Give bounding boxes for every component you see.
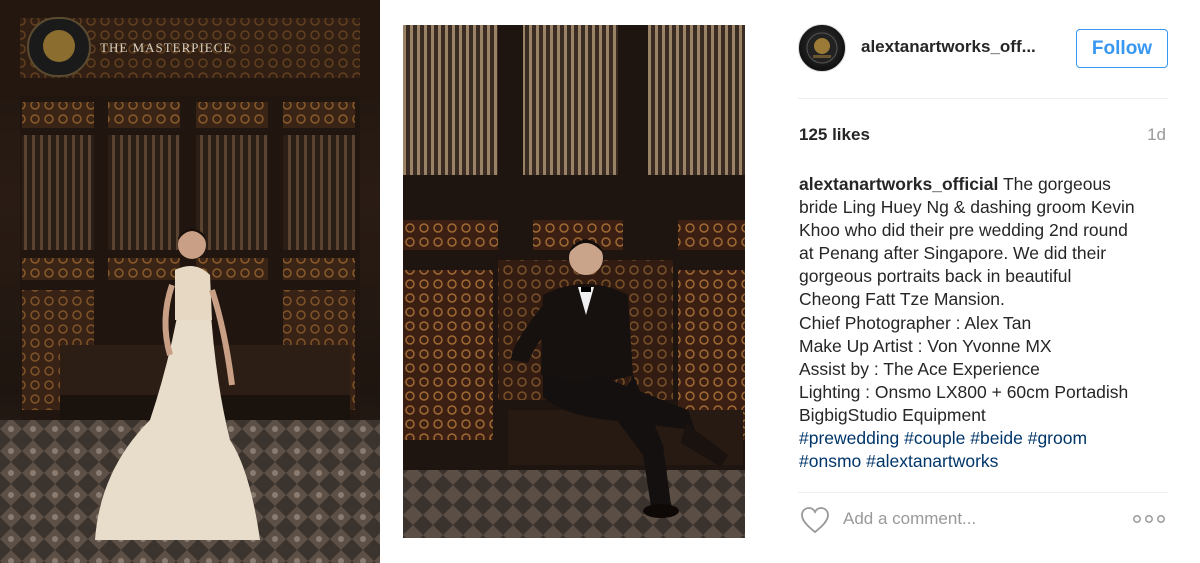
post-timestamp[interactable]: 1d [1147,125,1166,145]
caption-line: Assist by : The Ace Experience [799,358,1040,379]
caption-line: gorgeous portraits back in beautiful [799,266,1072,287]
comment-bar [798,500,1168,540]
hashtag-link[interactable]: #beide [970,428,1023,448]
studio-logo-icon [806,32,838,64]
more-options-icon[interactable] [1132,510,1166,528]
follow-button[interactable]: Follow [1076,29,1168,68]
hashtag-link[interactable]: #prewedding [799,428,899,448]
caption-line: at Penang after Singapore. We did their [799,243,1107,264]
watermark-text: THE MASTERPIECE [100,40,232,55]
header-divider [798,98,1168,99]
post-details-panel: alextanartworks_off... Follow 125 likes … [798,0,1168,563]
header-username[interactable]: alextanartworks_off... [861,37,1036,57]
hashtag-link[interactable]: #onsmo [799,451,861,471]
caption-username[interactable]: alextanartworks_official [799,174,998,194]
post-header: alextanartworks_off... Follow [798,24,1168,72]
hashtag-link[interactable]: #couple [904,428,965,448]
comment-divider [798,492,1168,493]
hashtag-line: #prewedding #couple #beide #groom [799,427,1169,450]
bride-photo-art: THE MASTERPIECE [0,0,380,563]
profile-avatar[interactable] [798,24,846,72]
caption-line: Make Up Artist : Von Yvonne MX [799,335,1052,356]
caption-line: Lighting : Onsmo LX800 + 60cm Portadish [799,381,1129,402]
groom-photo-art [403,25,745,538]
groom-photo[interactable] [403,25,745,538]
post-caption: alextanartworks_official The gorgeous br… [799,173,1169,473]
hashtag-link[interactable]: #alextanartworks [866,451,998,471]
caption-line: Khoo who did their pre wedding 2nd round [799,220,1128,241]
comment-input[interactable] [843,506,1103,532]
caption-line: The gorgeous [1002,174,1111,194]
caption-line: BigbigStudio Equipment [799,404,986,425]
hashtag-line: #onsmo #alextanartworks [799,450,1169,473]
heart-outline-icon[interactable] [800,506,830,534]
caption-line: Cheong Fatt Tze Mansion. [799,289,1005,310]
hashtag-link[interactable]: #groom [1028,428,1087,448]
caption-first-line: alextanartworks_official The gorgeous [799,173,1169,196]
bride-photo: THE MASTERPIECE [0,0,380,563]
likes-count[interactable]: 125 likes [799,125,870,145]
caption-line: Chief Photographer : Alex Tan [799,312,1032,333]
caption-line: bride Ling Huey Ng & dashing groom Kevin [799,197,1135,218]
